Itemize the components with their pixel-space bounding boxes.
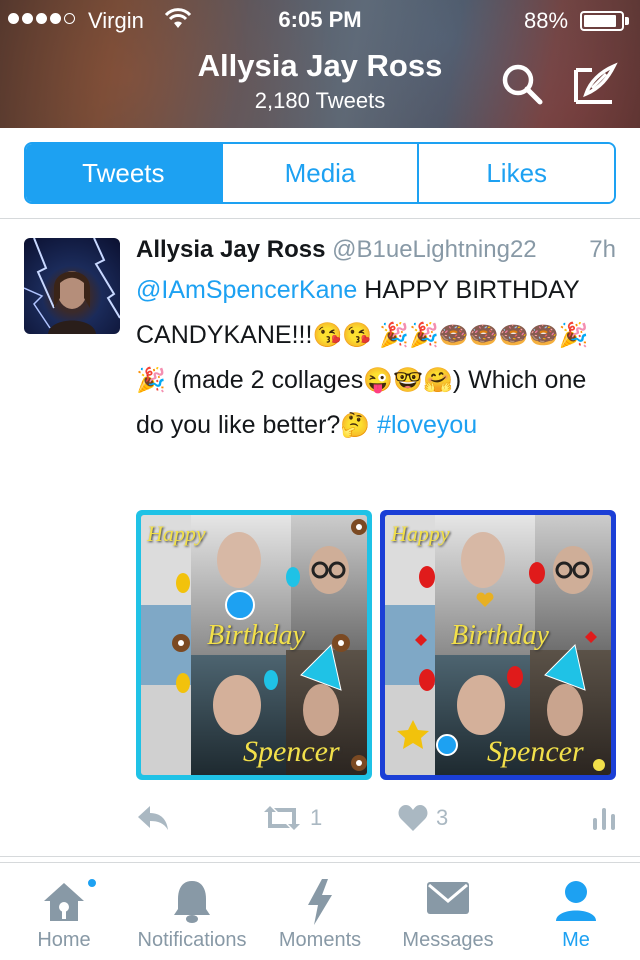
- retweet-count: 1: [310, 805, 323, 830]
- tab-home[interactable]: Home: [0, 863, 128, 960]
- mention-link[interactable]: @IAmSpencerKane: [136, 276, 357, 304]
- compose-icon[interactable]: [572, 62, 618, 111]
- tweet[interactable]: Allysia Jay Ross @B1ueLightning22 7h @IA…: [0, 220, 640, 856]
- bottom-tab-bar: Home Notifications Moments Messages Me: [0, 862, 640, 960]
- lightning-icon: [308, 879, 332, 925]
- envelope-icon: [427, 882, 469, 914]
- tweet-timestamp: 7h: [589, 236, 616, 263]
- avatar[interactable]: [24, 238, 120, 334]
- analytics-icon: [593, 808, 615, 830]
- retweet-icon: [264, 806, 300, 830]
- tweet-author[interactable]: Allysia Jay Ross: [136, 236, 325, 263]
- media-image-2[interactable]: Happy Birthday Spencer: [380, 510, 616, 780]
- tweet-text: @IAmSpencerKane HAPPY BIRTHDAY CANDYKANE…: [136, 276, 589, 439]
- analytics-button[interactable]: [592, 804, 616, 832]
- tab-tweets[interactable]: Tweets: [26, 144, 221, 202]
- person-icon: [556, 881, 596, 921]
- home-icon: [44, 883, 84, 921]
- hashtag-link[interactable]: #loveyou: [370, 411, 477, 439]
- tweet-actions: 1 3: [136, 804, 626, 840]
- tab-me[interactable]: Me: [512, 863, 640, 960]
- like-count: 3: [436, 805, 449, 830]
- tweet-handle: @B1ueLightning22: [332, 236, 537, 263]
- heart-icon: [398, 805, 428, 831]
- collage-text: Spencer: [243, 735, 340, 768]
- status-bar: Virgin 6:05 PM 88%: [0, 0, 640, 40]
- tab-messages[interactable]: Messages: [384, 863, 512, 960]
- collage-text: Birthday: [451, 620, 549, 651]
- tab-moments[interactable]: Moments: [256, 863, 384, 960]
- collage-text: Happy: [391, 521, 450, 546]
- collage-text: Birthday: [207, 620, 305, 651]
- retweet-button[interactable]: 1: [262, 804, 322, 832]
- reply-button[interactable]: [136, 804, 170, 832]
- divider: [0, 856, 640, 857]
- like-button[interactable]: 3: [398, 804, 448, 832]
- notification-dot: [86, 877, 98, 889]
- tab-media[interactable]: Media: [220, 144, 418, 202]
- collage-text: Spencer: [487, 735, 584, 768]
- divider: [0, 218, 640, 219]
- bell-icon: [174, 881, 210, 923]
- profile-tabs: Tweets Media Likes: [24, 142, 616, 204]
- battery-icon: [580, 11, 624, 31]
- tab-likes[interactable]: Likes: [417, 144, 614, 202]
- search-icon[interactable]: [500, 62, 544, 111]
- tweet-count: 2,180 Tweets: [254, 88, 386, 113]
- battery-percent: 88%: [524, 8, 569, 33]
- tab-notifications[interactable]: Notifications: [128, 863, 256, 960]
- collage-text: Happy: [147, 521, 206, 546]
- profile-header: Virgin 6:05 PM 88% Allysia Jay Ross 2,18…: [0, 0, 640, 128]
- tweet-header: Allysia Jay Ross @B1ueLightning22 7h: [136, 236, 626, 264]
- reply-icon: [138, 806, 168, 830]
- profile-name: Allysia Jay Ross: [197, 48, 443, 83]
- media-image-1[interactable]: Happy Birthday Spencer: [136, 510, 372, 780]
